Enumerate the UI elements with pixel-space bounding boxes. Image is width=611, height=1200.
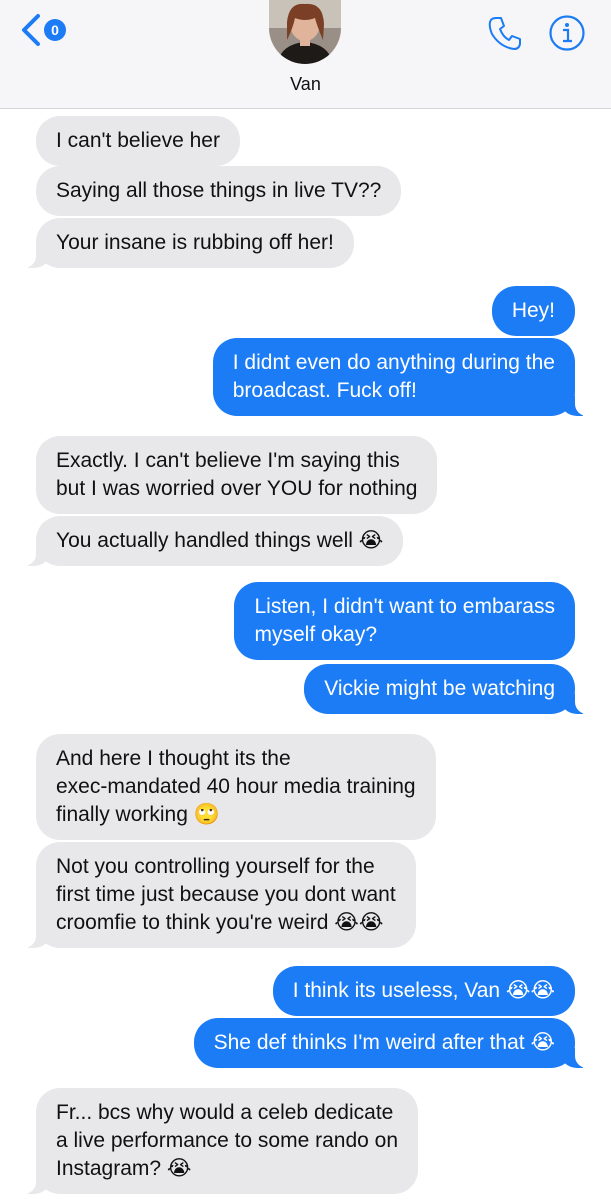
message-bubble-received[interactable]: Your insane is rubbing off her! [14, 218, 354, 268]
info-icon [549, 15, 585, 51]
message-bubble-sent[interactable]: Listen, I didn't want to embarass myself… [234, 582, 575, 660]
message-bubble-sent[interactable]: I didnt even do anything during the broa… [212, 338, 598, 416]
chevron-left-icon [22, 14, 40, 46]
contact-photo [269, 0, 341, 64]
message-bubble-received[interactable]: And here I thought its the exec-mandated… [36, 734, 436, 840]
call-button[interactable] [486, 14, 524, 57]
message-bubble-sent[interactable]: I think its useless, Van 😭😭 [272, 966, 575, 1016]
avatar[interactable] [269, 0, 341, 64]
message-thread: I can't believe her Saying all those thi… [0, 0, 611, 1200]
back-button[interactable]: 0 [20, 12, 80, 48]
message-bubble-sent[interactable]: She def thinks I'm weird after that 😭 [193, 1018, 598, 1068]
message-bubble-received[interactable]: Exactly. I can't believe I'm saying this… [36, 436, 438, 514]
message-bubble-sent[interactable]: Vickie might be watching [304, 664, 597, 714]
unread-count-badge: 0 [44, 19, 66, 41]
conversation-header: 0 Van [0, 0, 611, 109]
phone-icon [488, 17, 521, 50]
message-bubble-received[interactable]: Not you controlling yourself for the fir… [14, 842, 416, 948]
message-bubble-received[interactable]: Fr... bcs why would a celeb dedicate a l… [13, 1088, 419, 1194]
info-button[interactable] [548, 14, 586, 57]
message-bubble-received[interactable]: I can't believe her [36, 116, 240, 166]
message-bubble-received[interactable]: You actually handled things well 😭 [13, 516, 404, 566]
contact-name[interactable]: Van [0, 74, 611, 95]
message-bubble-received[interactable]: Saying all those things in live TV?? [36, 166, 402, 216]
message-bubble-sent[interactable]: Hey! [491, 286, 575, 336]
